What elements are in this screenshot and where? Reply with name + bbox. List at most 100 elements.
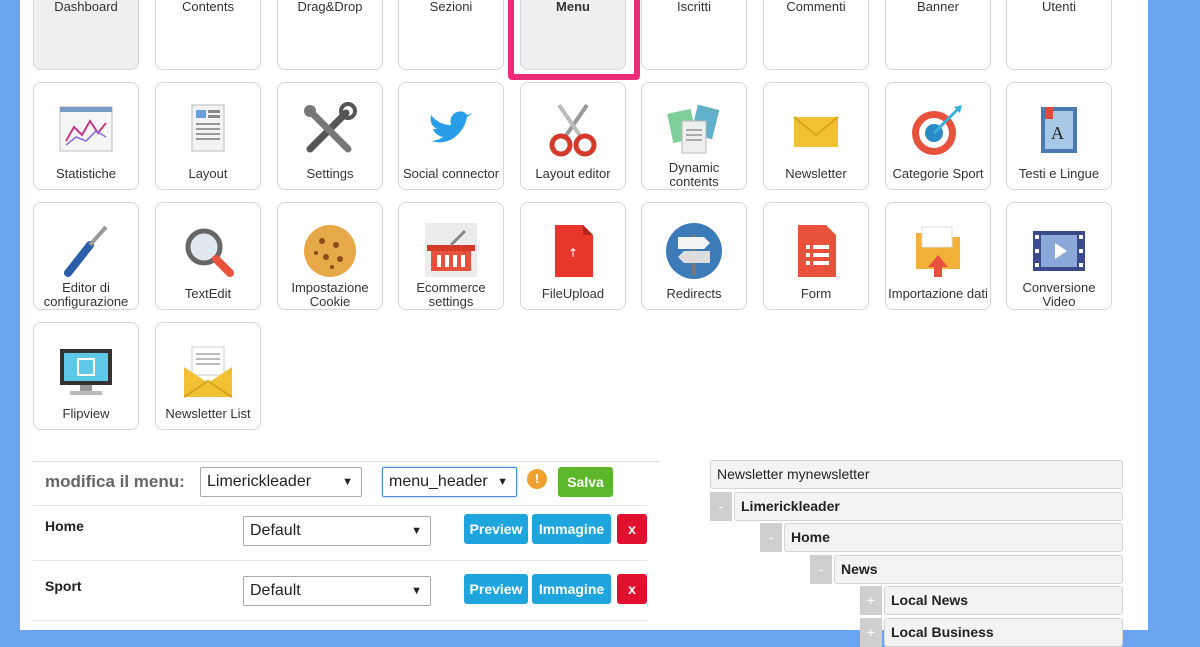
documents-icon [664, 101, 724, 161]
tile-commenti[interactable]: Commenti [763, 0, 869, 70]
expand-toggle[interactable]: + [860, 618, 882, 647]
tile-drag-drop[interactable]: Drag&Drop [277, 0, 383, 70]
tile-fileupload[interactable]: ↑ FileUpload [520, 202, 626, 310]
tile-label: Sezioni [429, 0, 473, 14]
preview-button[interactable]: Preview [464, 574, 528, 604]
menu-tile-highlight [508, 0, 640, 80]
tile-label: Dynamic contents [668, 160, 720, 189]
svg-text:A: A [1051, 123, 1064, 143]
menu-editor-label: modifica il menu: [45, 472, 185, 491]
tile-utenti[interactable]: Utenti [1006, 0, 1112, 70]
tile-flipview[interactable]: Flipview [33, 322, 139, 430]
tile-layout[interactable]: Layout [155, 82, 261, 190]
preview-button[interactable]: Preview [464, 514, 528, 544]
tree-node[interactable]: Limerickleader [734, 492, 1123, 521]
file-upload-icon: ↑ [543, 221, 603, 281]
divider [33, 461, 660, 462]
tile-conversione-video[interactable]: Conversione Video [1006, 202, 1112, 310]
tile-label: Contents [181, 0, 235, 14]
divider [33, 620, 647, 621]
tile-label: Drag&Drop [297, 0, 363, 14]
tile-banner[interactable]: Banner [885, 0, 991, 70]
tree-root[interactable]: Newsletter mynewsletter [710, 460, 1123, 489]
monitor-icon [56, 341, 116, 401]
tile-newsletter[interactable]: Newsletter [763, 82, 869, 190]
tile-label: FileUpload [541, 286, 605, 301]
tile-impostazione-cookie[interactable]: Impostazione Cookie [277, 202, 383, 310]
site-select-value: Limerickleader [207, 473, 312, 490]
tile-label: Impostazione Cookie [291, 280, 369, 309]
tile-contents[interactable]: Contents [155, 0, 261, 70]
tile-label: TextEdit [184, 286, 232, 301]
tile-label: Utenti [1042, 0, 1076, 14]
layout-select-value: Default [250, 582, 301, 599]
tile-label: Dashboard [54, 0, 118, 14]
tile-settings[interactable]: Settings [277, 82, 383, 190]
tile-label: Editor di configurazione [43, 280, 129, 309]
tile-social-connector[interactable]: Social connector [398, 82, 504, 190]
save-button[interactable]: Salva [558, 467, 613, 497]
tile-label: Settings [306, 166, 354, 181]
tree-node[interactable]: Home [784, 523, 1123, 552]
tile-label: Iscritti [677, 0, 711, 14]
tile-label: Newsletter List [165, 406, 251, 421]
form-icon [786, 221, 846, 281]
magnifier-icon [178, 221, 238, 281]
collapse-toggle[interactable]: - [810, 555, 832, 584]
tile-label: Newsletter [785, 166, 847, 181]
delete-button[interactable]: x [617, 514, 647, 544]
tile-label: Statistiche [56, 166, 116, 181]
collapse-toggle[interactable]: - [710, 492, 732, 521]
tile-label: Banner [917, 0, 959, 14]
book-icon: A [1029, 101, 1089, 161]
tile-label: Importazione dati [888, 286, 988, 301]
image-button[interactable]: Immagine [532, 574, 611, 604]
cookie-icon [300, 221, 360, 281]
tile-sezioni[interactable]: Sezioni [398, 0, 504, 70]
chevron-down-icon: ▼ [411, 585, 422, 597]
tile-label: Form [800, 286, 832, 301]
tile-label: Layout editor [535, 166, 611, 181]
layout-select[interactable]: Default ▼ [243, 576, 431, 606]
tile-testi-e-lingue[interactable]: A Testi e Lingue [1006, 82, 1112, 190]
divider [33, 505, 647, 506]
tile-editor-di-configurazione[interactable]: Editor di configurazione [33, 202, 139, 310]
target-icon [908, 101, 968, 161]
tile-textedit[interactable]: TextEdit [155, 202, 261, 310]
expand-toggle[interactable]: + [860, 586, 882, 615]
tile-redirects[interactable]: Redirects [641, 202, 747, 310]
tile-dashboard[interactable]: Dashboard [33, 0, 139, 70]
menu-select[interactable]: menu_header ▼ [382, 467, 517, 497]
layout-select[interactable]: Default ▼ [243, 516, 431, 546]
tile-label: Conversione Video [1022, 280, 1096, 309]
tile-newsletter-list[interactable]: Newsletter List [155, 322, 261, 430]
layout-icon [178, 101, 238, 161]
tile-categorie-sport[interactable]: Categorie Sport [885, 82, 991, 190]
chevron-down-icon: ▼ [411, 525, 422, 537]
svg-text:↑: ↑ [568, 246, 578, 260]
signpost-icon [664, 221, 724, 281]
tile-form[interactable]: Form [763, 202, 869, 310]
tile-label: Commenti [786, 0, 846, 14]
twitter-icon [421, 101, 481, 161]
tile-iscritti[interactable]: Iscritti [641, 0, 747, 70]
basket-icon [421, 221, 481, 281]
tile-statistiche[interactable]: Statistiche [33, 82, 139, 190]
warning-icon[interactable]: ! [527, 469, 547, 489]
tile-layout-editor[interactable]: Layout editor [520, 82, 626, 190]
image-button[interactable]: Immagine [532, 514, 611, 544]
tile-importazione-dati[interactable]: Importazione dati [885, 202, 991, 310]
tile-dynamic-contents[interactable]: Dynamic contents [641, 82, 747, 190]
menu-item-name: Home [45, 518, 84, 534]
tree-node[interactable]: Local News [884, 586, 1123, 615]
delete-button[interactable]: x [617, 574, 647, 604]
site-select[interactable]: Limerickleader ▼ [200, 467, 362, 497]
import-folder-icon [908, 221, 968, 281]
tree-node[interactable]: Local Business [884, 618, 1123, 647]
video-icon [1029, 221, 1089, 281]
collapse-toggle[interactable]: - [760, 523, 782, 552]
screwdriver-icon [56, 221, 116, 281]
tile-ecommerce-settings[interactable]: Ecommerce settings [398, 202, 504, 310]
tile-label: Flipview [62, 406, 110, 421]
tree-node[interactable]: News [834, 555, 1123, 584]
